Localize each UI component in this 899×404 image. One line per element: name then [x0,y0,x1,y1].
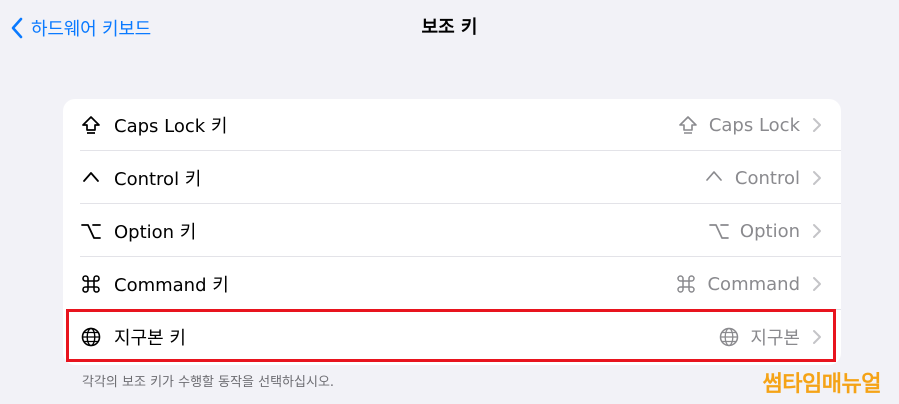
option-value-icon [708,220,730,242]
row-divider [80,203,841,204]
row-divider [80,150,841,151]
globe-label: 지구본 키 [114,328,186,349]
command-label: Command 키 [114,275,229,296]
caps-lock-value: Caps Lock [677,114,800,136]
caps-lock-row[interactable]: Caps Lock 키 Caps Lock [63,99,841,151]
caps-lock-icon [80,114,102,136]
globe-icon [80,326,102,348]
control-icon [80,167,102,189]
modifier-keys-list: Caps Lock 키 Caps Lock Control 키 Control [63,99,841,365]
watermark-logo: 썸타임매뉴얼 [762,372,882,397]
globe-value-icon [718,326,740,348]
footnote: 각각의 보조 키가 수행할 동작을 선택하십시오. [82,375,335,390]
caps-lock-label: Caps Lock 키 [114,116,228,137]
command-value-icon [675,273,697,295]
page-title: 보조 키 [421,17,478,38]
caps-lock-value-text: Caps Lock [708,114,800,136]
control-row[interactable]: Control 키 Control [63,152,841,204]
chevron-right-icon [813,277,821,291]
globe-row[interactable]: 지구본 키 지구본 [63,311,841,363]
globe-value: 지구본 [718,324,800,350]
option-icon [80,220,102,242]
caps-lock-value-icon [677,114,699,136]
control-value-text: Control [734,167,800,189]
option-value-text: Option [739,220,800,242]
chevron-right-icon [813,224,821,238]
command-value-text: Command [707,273,800,295]
command-row[interactable]: Command 키 Command [63,258,841,310]
chevron-right-icon [813,171,821,185]
navigation-bar: 하드웨어 키보드 보조 키 [0,0,899,56]
globe-value-text: 지구본 [750,328,800,349]
chevron-right-icon [813,330,821,344]
control-value-icon [703,167,725,189]
row-divider [80,309,841,310]
option-row[interactable]: Option 키 Option [63,205,841,257]
command-icon [80,273,102,295]
command-value: Command [675,273,800,295]
option-value: Option [708,220,800,242]
control-value: Control [703,167,800,189]
row-divider [80,256,841,257]
control-label: Control 키 [114,169,202,190]
option-label: Option 키 [114,222,197,243]
chevron-right-icon [813,118,821,132]
